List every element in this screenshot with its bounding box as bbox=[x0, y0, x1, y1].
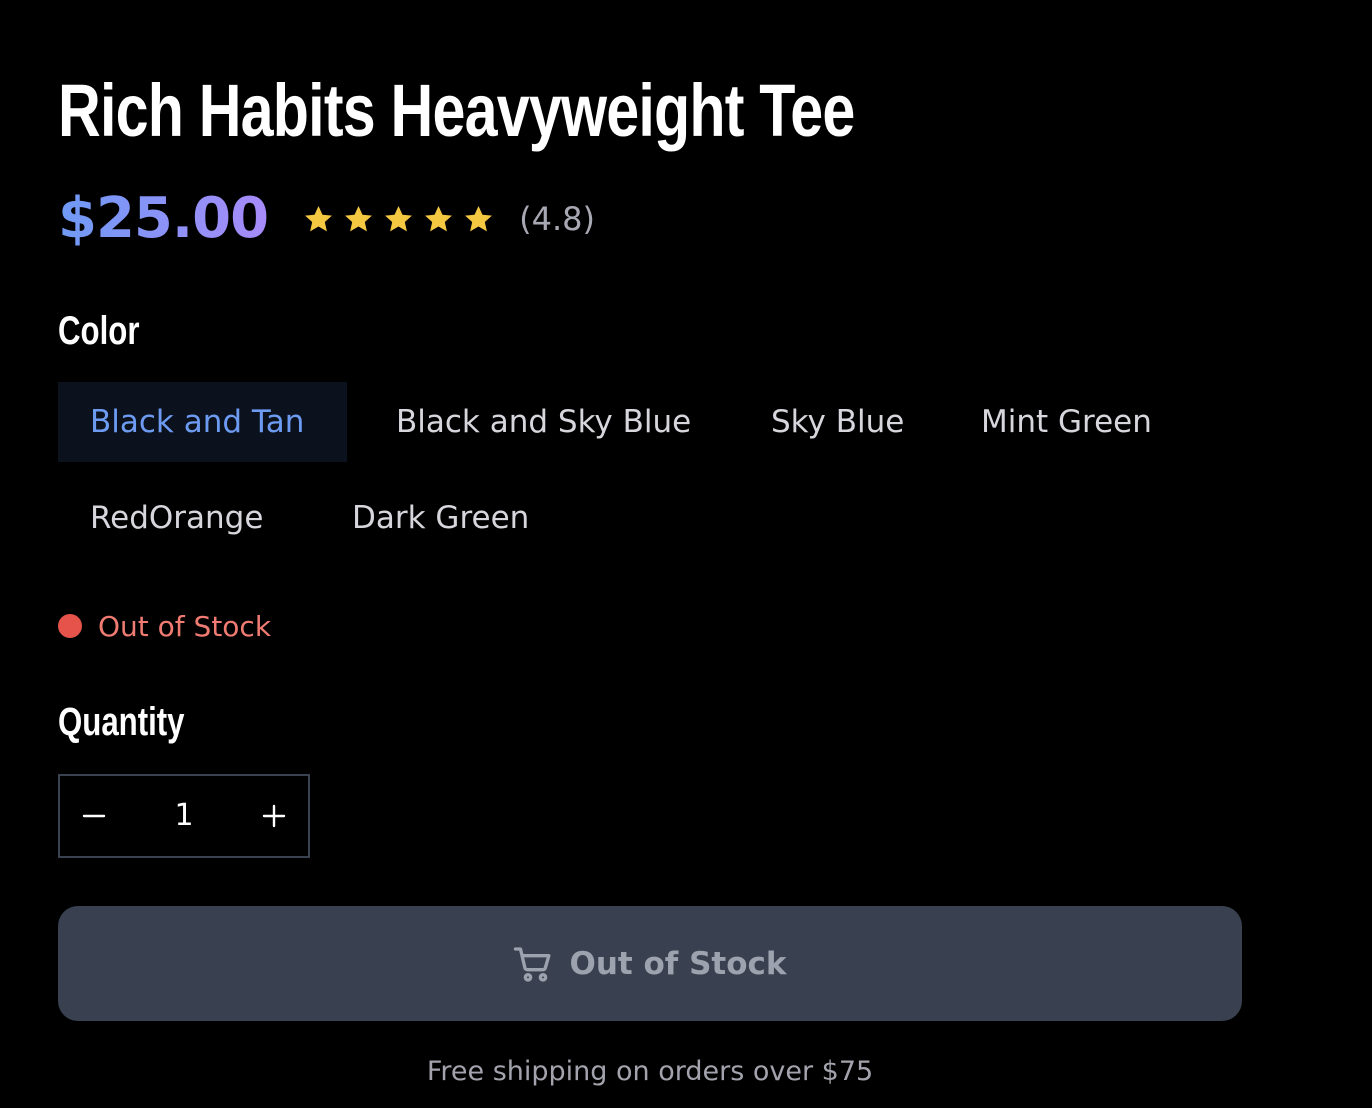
shipping-note: Free shipping on orders over $75 bbox=[426, 1056, 874, 1087]
increment-button[interactable] bbox=[240, 776, 308, 856]
stock-status: Out of Stock bbox=[58, 606, 271, 646]
star-icon bbox=[345, 205, 373, 231]
star-icon bbox=[425, 205, 453, 231]
star-icon bbox=[305, 205, 333, 231]
color-option-redorange[interactable]: RedOrange bbox=[58, 478, 295, 558]
color-option-mint-green[interactable]: Mint Green bbox=[949, 382, 1184, 462]
status-dot-icon bbox=[58, 614, 82, 638]
add-to-cart-button[interactable]: Out of Stock bbox=[58, 906, 1242, 1021]
product-title: Rich Habits Heavyweight Tee bbox=[58, 69, 855, 152]
product-price: $25.00 bbox=[58, 184, 269, 254]
stock-status-text: Out of Stock bbox=[98, 609, 272, 643]
quantity-label: Quantity bbox=[58, 700, 185, 744]
star-icon bbox=[385, 205, 413, 231]
rating-value: (4.8) bbox=[519, 200, 595, 238]
minus-icon bbox=[82, 814, 106, 818]
plus-icon bbox=[262, 804, 286, 828]
color-option-black-and-sky-blue[interactable]: Black and Sky Blue bbox=[364, 382, 723, 462]
color-option-black-and-tan[interactable]: Black and Tan bbox=[58, 382, 347, 462]
add-to-cart-label: Out of Stock bbox=[569, 945, 787, 982]
cart-icon bbox=[514, 946, 551, 982]
price-row: $25.00 (4.8) bbox=[58, 184, 595, 254]
color-label: Color bbox=[58, 309, 140, 353]
decrement-button[interactable] bbox=[60, 776, 128, 856]
rating-stars bbox=[302, 203, 495, 236]
quantity-stepper: 1 bbox=[58, 774, 310, 858]
color-option-dark-green[interactable]: Dark Green bbox=[320, 478, 561, 558]
quantity-value[interactable]: 1 bbox=[128, 776, 240, 856]
star-icon bbox=[465, 205, 493, 231]
color-option-sky-blue[interactable]: Sky Blue bbox=[739, 382, 936, 462]
